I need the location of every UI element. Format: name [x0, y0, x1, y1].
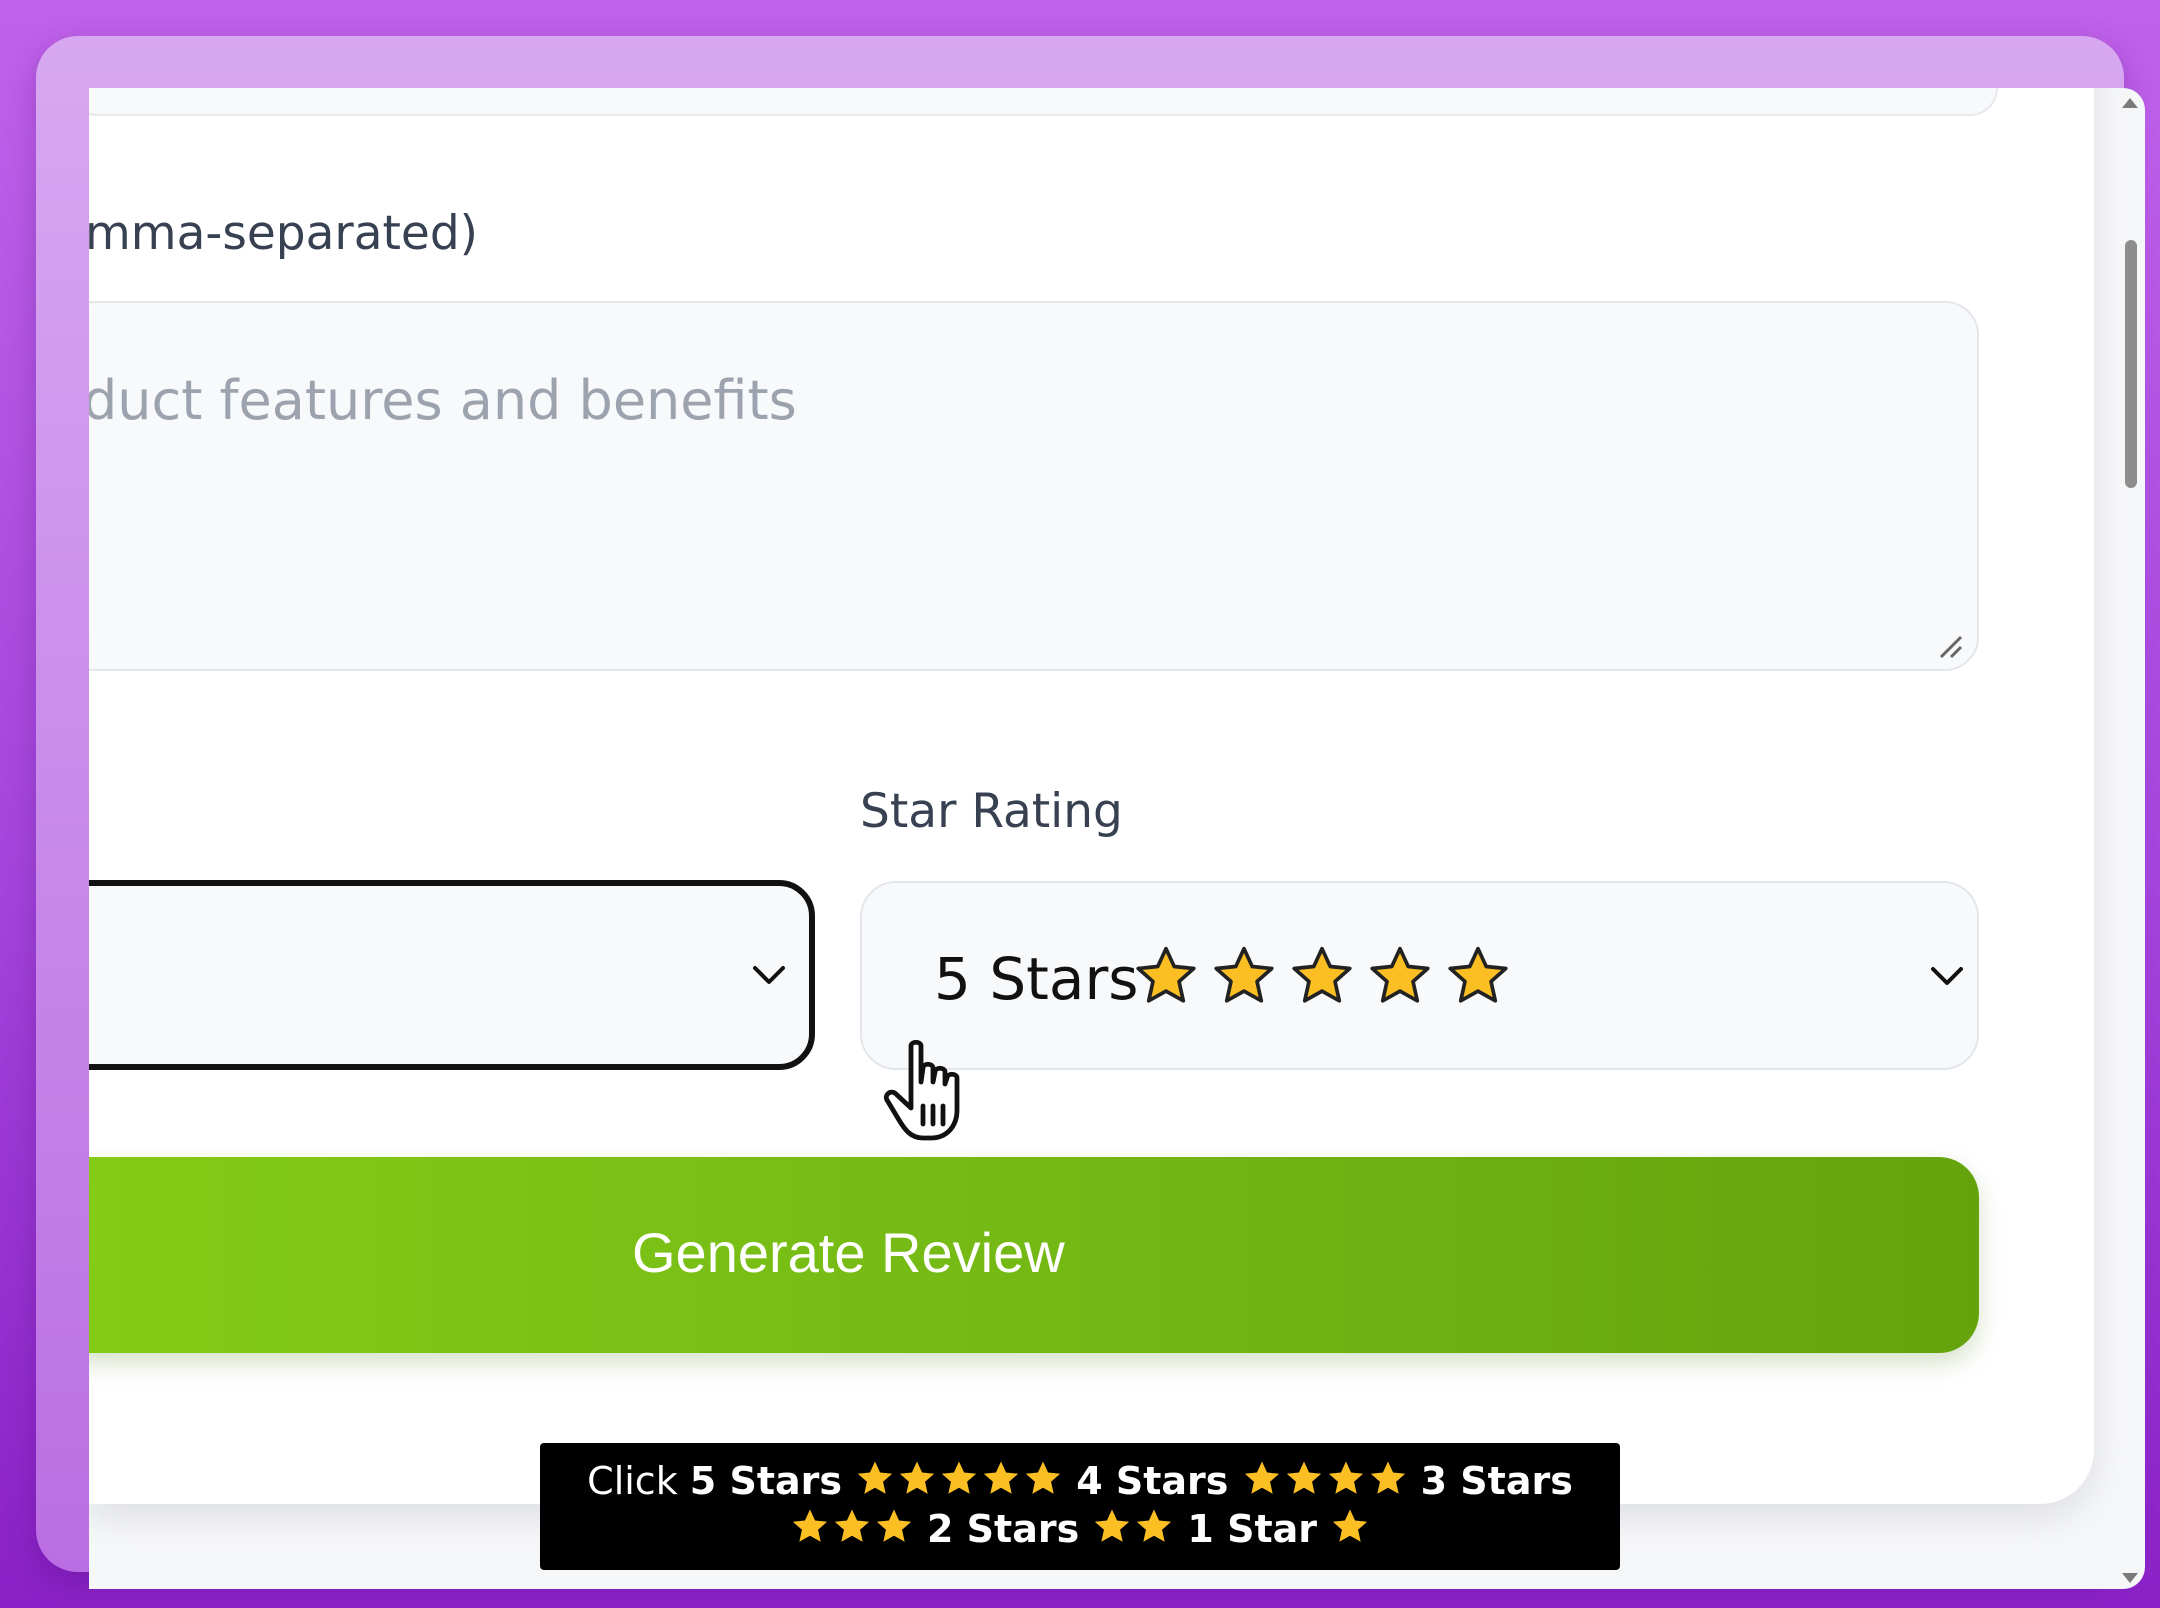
- star-rating-stars: [1132, 943, 1512, 1011]
- tone-select[interactable]: [89, 880, 815, 1070]
- resize-handle-icon[interactable]: [1935, 631, 1965, 661]
- previous-input-field[interactable]: [89, 88, 1998, 116]
- browser-window: mma-separated) duct features and benefit…: [36, 36, 2145, 1589]
- chevron-down-icon: [1931, 966, 1963, 985]
- desktop-background: mma-separated) duct features and benefit…: [0, 0, 2160, 1608]
- caption-option-2-stars: 2 Stars: [927, 1507, 1080, 1551]
- page-scrollbar[interactable]: [2115, 88, 2145, 1589]
- star-icon: [1136, 946, 1196, 1003]
- caption-click: Click: [587, 1459, 678, 1503]
- star-rating-value: 5 Stars: [934, 945, 1139, 1013]
- star-icon: [1328, 1461, 1363, 1494]
- scrollbar-thumb[interactable]: [2125, 240, 2137, 488]
- star-icon: [983, 1461, 1019, 1494]
- star-icon: [792, 1509, 828, 1542]
- star-icon: [857, 1461, 893, 1494]
- star-icon: [1332, 1509, 1368, 1542]
- star-rating-label: Star Rating: [860, 784, 1123, 839]
- features-label: mma-separated): [89, 206, 479, 261]
- star-icon: [1448, 946, 1508, 1003]
- star-icon: [1370, 1461, 1405, 1494]
- generate-review-label: Generate Review: [632, 1221, 1065, 1284]
- star-icon: [1214, 946, 1274, 1003]
- caption-option-5-stars: 5 Stars: [689, 1459, 843, 1503]
- generate-review-button[interactable]: Generate Review: [89, 1157, 1979, 1353]
- star-icon: [1286, 1461, 1321, 1494]
- star-icon: [1137, 1509, 1172, 1542]
- hand-pointer-icon: [883, 1039, 960, 1141]
- star-icon: [1025, 1461, 1061, 1494]
- scroll-down-arrow-icon[interactable]: [2122, 1573, 2138, 1583]
- star-icon: [1292, 946, 1352, 1003]
- star-icon: [1244, 1461, 1279, 1494]
- features-placeholder: duct features and benefits: [89, 369, 797, 432]
- caption-option-4-stars: 4 Stars: [1076, 1459, 1229, 1503]
- star-icon: [834, 1509, 870, 1542]
- caption-option-3-stars: 3 Stars: [1420, 1459, 1573, 1503]
- instruction-caption: Click 5 Stars 4 Stars 3 Stars 2 Stars 1 …: [540, 1443, 1620, 1570]
- star-icon: [1370, 946, 1430, 1003]
- star-icon: [941, 1461, 977, 1494]
- review-form-card: mma-separated) duct features and benefit…: [89, 88, 2094, 1504]
- star-rating-select[interactable]: 5 Stars: [860, 881, 1979, 1070]
- chevron-down-icon: [753, 966, 785, 984]
- caption-option-1-star: 1 Star: [1187, 1507, 1317, 1551]
- star-icon: [876, 1509, 912, 1542]
- features-textarea[interactable]: duct features and benefits: [89, 301, 1979, 671]
- page-viewport: mma-separated) duct features and benefit…: [89, 88, 2145, 1589]
- star-icon: [1095, 1509, 1130, 1542]
- scroll-up-arrow-icon[interactable]: [2122, 98, 2138, 108]
- star-icon: [899, 1461, 935, 1494]
